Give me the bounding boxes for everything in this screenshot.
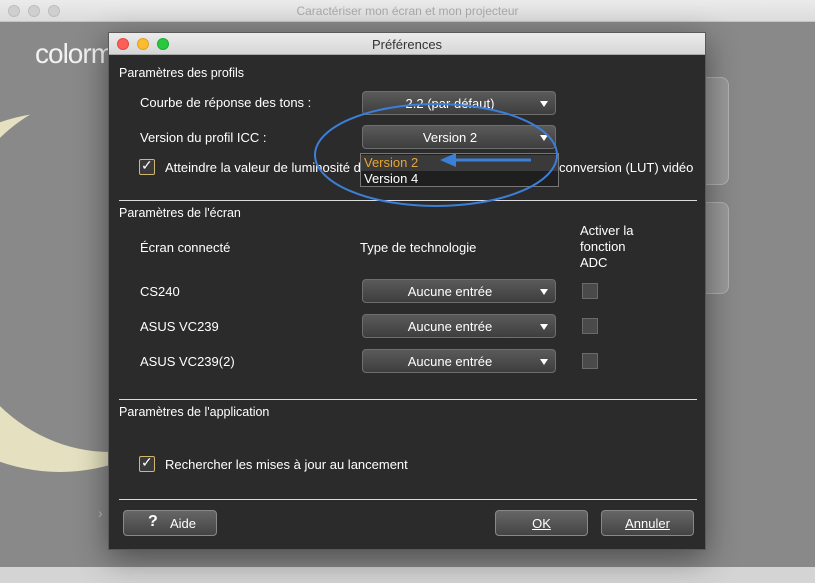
profiles-section-title: Paramètres des profils (119, 66, 245, 80)
adc-checkbox[interactable] (582, 353, 598, 369)
cancel-button[interactable]: Annuler (601, 510, 694, 536)
screen-name: CS240 (140, 284, 180, 299)
technology-select[interactable]: Aucune entrée (362, 279, 556, 303)
help-button-label: Aide (169, 516, 197, 531)
chevron-down-icon (540, 324, 548, 330)
icc-version-value: Version 2 (422, 130, 478, 145)
column-header-adc-line2: fonction (580, 239, 626, 254)
section-divider (119, 200, 697, 201)
background-bottom-bar (0, 567, 815, 583)
background-panel-bottom (705, 202, 729, 294)
check-updates-checkbox[interactable]: ✓ (139, 454, 155, 472)
technology-value: Aucune entrée (407, 284, 493, 299)
preferences-dialog: Préférences Paramètres des profils Courb… (108, 32, 706, 550)
icc-version-dropdown-list: Version 2 Version 4 (360, 153, 559, 187)
section-divider (119, 399, 697, 400)
adc-checkbox[interactable] (582, 318, 598, 334)
section-divider (119, 499, 697, 500)
screen-section-title: Paramètres de l'écran (119, 206, 241, 220)
background-window-title: Caractériser mon écran et mon projecteur (296, 4, 519, 18)
checkmark-icon: ✓ (141, 454, 153, 470)
help-button[interactable]: ? Aide (123, 510, 217, 536)
dropdown-option-version-4[interactable]: Version 4 (361, 171, 558, 187)
column-header-connected-screen: Écran connecté (140, 240, 231, 255)
luminance-label-continued: conversion (LUT) vidéo (559, 160, 694, 175)
technology-value: Aucune entrée (407, 354, 493, 369)
technology-select[interactable]: Aucune entrée (362, 349, 556, 373)
column-header-adc-line1: Activer la (580, 223, 634, 238)
icc-version-select[interactable]: Version 2 (362, 125, 556, 149)
dialog-title: Préférences (371, 37, 443, 52)
ok-button[interactable]: OK (495, 510, 588, 536)
tone-curve-value: 2.2 (par défaut) (405, 96, 495, 111)
icc-version-label: Version du profil ICC : (140, 130, 267, 145)
tone-curve-label: Courbe de réponse des tons : (140, 95, 312, 110)
app-logo: colorm (35, 38, 114, 69)
background-panel-top (705, 77, 729, 185)
tone-curve-select[interactable]: 2.2 (par défaut) (362, 91, 556, 115)
check-updates-label: Rechercher les mises à jour au lancement (165, 457, 408, 472)
column-header-adc: Activer la fonction ADC (580, 223, 633, 271)
chevron-down-icon (540, 135, 548, 141)
chevron-down-icon (540, 101, 548, 107)
adc-checkbox[interactable] (582, 283, 598, 299)
ok-button-label: OK (532, 516, 551, 531)
chevron-down-icon (540, 289, 548, 295)
technology-value: Aucune entrée (407, 319, 493, 334)
background-window-titlebar: Caractériser mon écran et mon projecteur (0, 0, 815, 22)
luminance-label: Atteindre la valeur de luminosité d (165, 160, 361, 175)
checkmark-icon: ✓ (141, 157, 153, 173)
cancel-button-label: Annuler (625, 516, 670, 531)
screen-name: ASUS VC239(2) (140, 354, 235, 369)
dialog-titlebar: Préférences (109, 33, 705, 55)
column-header-adc-line3: ADC (580, 255, 608, 270)
technology-select[interactable]: Aucune entrée (362, 314, 556, 338)
column-header-technology: Type de technologie (360, 240, 477, 255)
chevron-down-icon (540, 359, 548, 365)
luminance-checkbox[interactable]: ✓ (139, 157, 155, 175)
app-section-title: Paramètres de l'application (119, 405, 270, 419)
chevron-right-icon: › (98, 505, 103, 521)
dropdown-option-version-2[interactable]: Version 2 (361, 155, 558, 171)
screen-name: ASUS VC239 (140, 319, 219, 334)
